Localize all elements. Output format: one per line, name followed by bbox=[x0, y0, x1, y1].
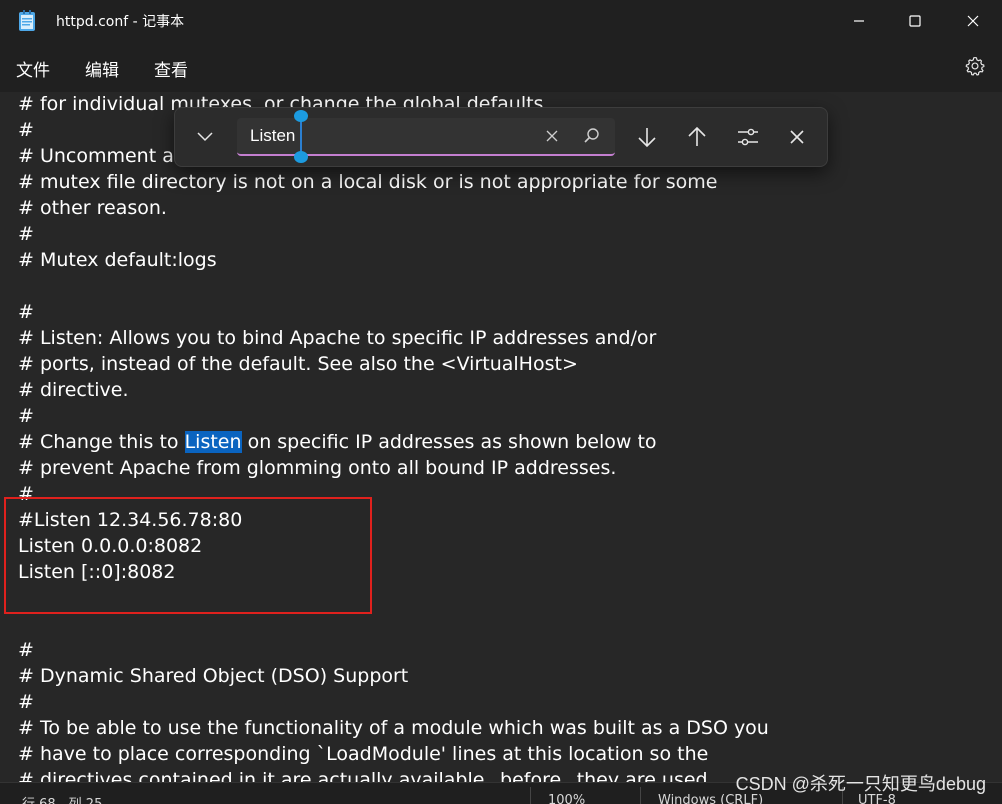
editor-line: # Listen: Allows you to bind Apache to s… bbox=[18, 327, 657, 349]
close-icon bbox=[967, 15, 979, 27]
editor-line: #Listen 12.34.56.78:80 bbox=[18, 509, 243, 531]
minimize-button[interactable] bbox=[832, 0, 886, 42]
editor-line: # ports, instead of the default. See als… bbox=[18, 353, 578, 375]
clear-search-button[interactable] bbox=[545, 128, 563, 146]
status-divider bbox=[640, 787, 641, 804]
editor-line: # mutex file directory is not on a local… bbox=[18, 171, 718, 193]
caret-handle-top[interactable] bbox=[294, 110, 308, 122]
close-icon bbox=[790, 130, 804, 144]
search-icon bbox=[584, 128, 599, 143]
cursor-position: 行 68，列 25 bbox=[22, 793, 102, 804]
title-bar: httpd.conf - 记事本 bbox=[0, 0, 1002, 42]
close-find-button[interactable] bbox=[781, 121, 813, 153]
arrow-up-icon bbox=[688, 126, 706, 146]
settings-button[interactable] bbox=[964, 55, 986, 77]
editor-line: # directives contained in it are actuall… bbox=[18, 769, 714, 782]
chevron-down-icon bbox=[197, 132, 213, 142]
replace-toggle-button[interactable] bbox=[189, 122, 221, 152]
editor-line: # bbox=[18, 223, 34, 245]
editor-line: # Mutex default:logs bbox=[18, 249, 217, 271]
find-next-button[interactable] bbox=[631, 121, 663, 153]
editor-line: # have to place corresponding `LoadModul… bbox=[18, 743, 709, 765]
notepad-icon bbox=[18, 10, 36, 32]
editor-line: # prevent Apache from glomming onto all … bbox=[18, 457, 617, 479]
caret-handle-bottom[interactable] bbox=[294, 151, 308, 163]
line-text-after-match: on specific IP addresses as shown below … bbox=[241, 431, 657, 453]
menu-file[interactable]: 文件 bbox=[16, 56, 50, 81]
editor-line: # directive. bbox=[18, 379, 129, 401]
editor-line: # bbox=[18, 119, 34, 141]
maximize-icon bbox=[909, 15, 921, 27]
gear-icon bbox=[965, 56, 985, 76]
editor-line: # other reason. bbox=[18, 197, 167, 219]
close-window-button[interactable] bbox=[946, 0, 1000, 42]
find-input-value: Listen bbox=[250, 126, 296, 145]
editor-line: Listen 0.0.0.0:8082 bbox=[18, 535, 203, 557]
line-text-before-match: # Change this to bbox=[18, 431, 185, 453]
find-panel: Listen bbox=[174, 107, 828, 167]
editor-line-highlighted: # Change this to Listen on specific IP a… bbox=[18, 429, 657, 455]
editor-line: # Dynamic Shared Object (DSO) Support bbox=[18, 665, 409, 687]
minimize-icon bbox=[854, 20, 864, 22]
status-divider bbox=[530, 787, 531, 804]
menu-view[interactable]: 查看 bbox=[154, 56, 188, 81]
window-title: httpd.conf - 记事本 bbox=[56, 14, 185, 30]
menu-edit[interactable]: 编辑 bbox=[85, 56, 119, 81]
sliders-icon bbox=[738, 128, 758, 146]
arrow-down-icon bbox=[638, 128, 656, 148]
maximize-button[interactable] bbox=[888, 0, 942, 42]
find-previous-button[interactable] bbox=[681, 121, 713, 153]
text-editor[interactable]: # for individual mutexes, or change the … bbox=[0, 92, 1002, 782]
search-match-highlight: Listen bbox=[184, 431, 242, 453]
editor-line: # bbox=[18, 691, 34, 713]
editor-line: # bbox=[18, 301, 34, 323]
close-icon bbox=[546, 130, 558, 142]
search-options-button[interactable] bbox=[732, 121, 764, 153]
editor-line: # bbox=[18, 405, 34, 427]
editor-line: # bbox=[18, 639, 34, 661]
watermark: CSDN @杀死一只知更鸟debug bbox=[735, 774, 986, 794]
menu-bar: 文件 编辑 查看 bbox=[0, 42, 1002, 92]
search-button[interactable] bbox=[583, 127, 603, 147]
editor-line: # To be able to use the functionality of… bbox=[18, 717, 769, 739]
editor-line: Listen [::0]:8082 bbox=[18, 561, 176, 583]
zoom-level[interactable]: 100% bbox=[548, 793, 585, 804]
find-input[interactable]: Listen bbox=[237, 110, 615, 163]
editor-line: # bbox=[18, 483, 34, 505]
